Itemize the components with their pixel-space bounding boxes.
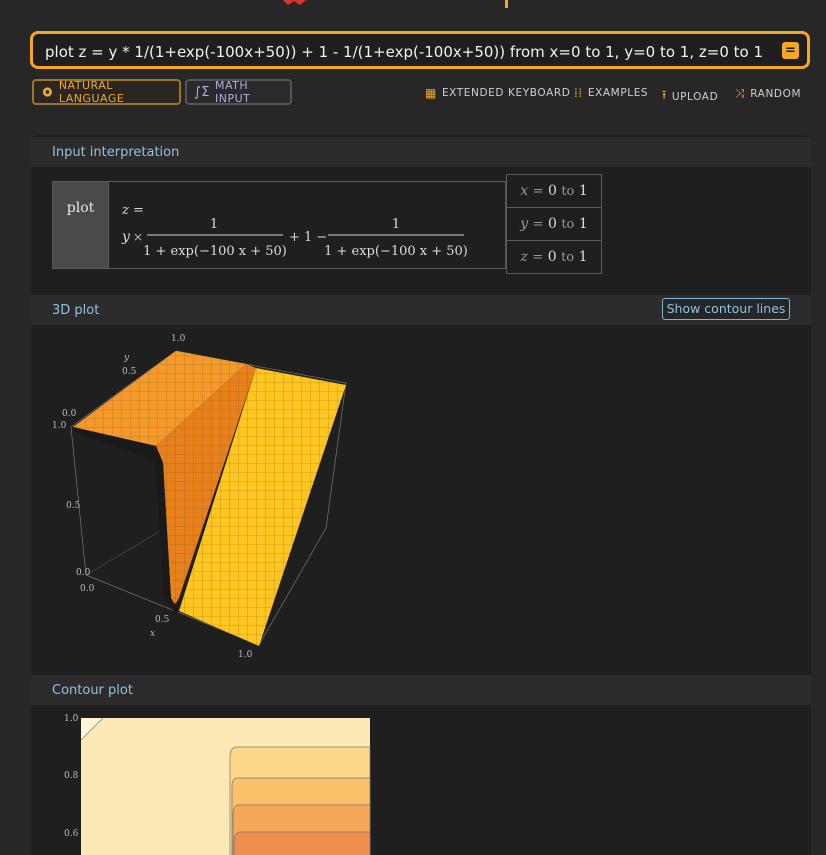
compute-button[interactable]: =	[782, 42, 799, 59]
formula-num-2: 1	[392, 217, 400, 232]
extended-keyboard-label: EXTENDED KEYBOARD	[441, 87, 571, 99]
pod-title-interpretation: Input interpretation	[31, 137, 811, 167]
axis-label-y: y	[123, 353, 130, 363]
range-var: y	[520, 216, 529, 232]
range-to: 1	[578, 183, 588, 199]
formula-lhs: z =	[121, 203, 144, 218]
grid-dots-icon: ⁞⁞	[574, 86, 583, 100]
contour-band-4	[233, 831, 371, 855]
shuffle-icon: ⤨	[735, 86, 746, 100]
range-z: z = 0 to 1	[506, 240, 602, 274]
contour-y-tick: 0.6	[64, 829, 79, 839]
range-table: x = 0 to 1 y = 0 to 1 z = 0 to 1	[506, 174, 602, 274]
contour-y-tick: 0.8	[64, 771, 79, 781]
range-from: 0	[547, 216, 557, 232]
range-eq: =	[532, 249, 544, 265]
range-var: x	[520, 183, 529, 199]
natural-language-label: NATURAL LANGUAGE	[58, 79, 125, 105]
axis-tick: 0.0	[62, 409, 77, 419]
wolfram-star-icon	[283, 0, 306, 5]
search-bar: =	[30, 31, 810, 69]
range-eq: =	[532, 183, 544, 199]
range-to: 1	[578, 249, 588, 265]
formula-den-1: 1 + exp(−100 x + 50)	[143, 244, 287, 259]
logo-bar	[505, 0, 508, 8]
range-var: z	[520, 249, 528, 265]
axis-tick: 1.0	[238, 650, 253, 660]
axis-tick: 0.0	[80, 584, 95, 594]
range-to-word: to	[561, 249, 575, 265]
range-y: y = 0 to 1	[506, 207, 602, 241]
random-label: RANDOM	[750, 87, 802, 100]
range-to: 1	[578, 216, 588, 232]
range-x: x = 0 to 1	[506, 174, 602, 208]
axis-tick: 1.0	[52, 421, 67, 431]
math-input-button[interactable]: ∫Σ MATH INPUT	[185, 79, 292, 105]
math-input-label: MATH INPUT	[215, 79, 251, 105]
axis-tick: 0.5	[66, 501, 81, 511]
axis-tick: 0.5	[155, 615, 170, 625]
contour-y-tick: 1.0	[64, 714, 79, 724]
axis-tick: 0.5	[122, 367, 137, 377]
examples-button[interactable]: ⁞⁞ EXAMPLES	[574, 86, 648, 100]
range-from: 0	[547, 183, 557, 199]
show-contour-lines-button[interactable]: Show contour lines	[662, 298, 790, 320]
math-input-icon: ∫Σ	[194, 84, 210, 100]
results-card: Input interpretation plot z = y × 1 1 + …	[31, 135, 811, 855]
upload-label: UPLOAD	[671, 90, 719, 103]
gear-icon	[42, 87, 52, 97]
axis-tick: 0.0	[76, 568, 91, 578]
pod-title-contour-plot: Contour plot	[31, 675, 811, 705]
formula-cell: z = y × 1 1 + exp(−100 x + 50) + 1 − 1 1…	[109, 181, 506, 269]
3d-plot: 1.0 y 0.5 0.0 1.0 0.5 0.0 0.0 0.5 x 1.0	[52, 334, 347, 660]
formula-num-1: 1	[210, 217, 218, 232]
formula-render: z = y × 1 1 + exp(−100 x + 50) + 1 − 1 1…	[121, 203, 468, 259]
range-to-word: to	[561, 216, 575, 232]
range-eq: =	[532, 216, 544, 232]
contour-plot: 1.0 0.8 0.6	[64, 714, 371, 855]
formula-plus-one-minus: + 1 −	[289, 230, 327, 245]
random-button[interactable]: ⤨ RANDOM	[735, 86, 801, 101]
range-from: 0	[547, 249, 557, 265]
natural-language-button[interactable]: NATURAL LANGUAGE	[32, 79, 181, 105]
formula-times: ×	[133, 230, 143, 244]
search-input[interactable]	[43, 39, 767, 65]
range-to-word: to	[561, 183, 575, 199]
formula-y: y	[121, 229, 131, 245]
formula-den-2: 1 + exp(−100 x + 50)	[324, 244, 468, 259]
keyboard-icon: ▦	[425, 86, 437, 100]
logo-strip	[283, 0, 508, 8]
axis-tick: 1.0	[171, 334, 186, 344]
plot-label: plot	[52, 181, 109, 269]
examples-label: EXAMPLES	[587, 87, 649, 99]
extended-keyboard-button[interactable]: ▦ EXTENDED KEYBOARD	[425, 86, 570, 100]
upload-button[interactable]: ⭱ UPLOAD	[662, 86, 718, 107]
axis-label-x: x	[150, 629, 155, 639]
upload-icon: ⭱	[662, 88, 667, 102]
